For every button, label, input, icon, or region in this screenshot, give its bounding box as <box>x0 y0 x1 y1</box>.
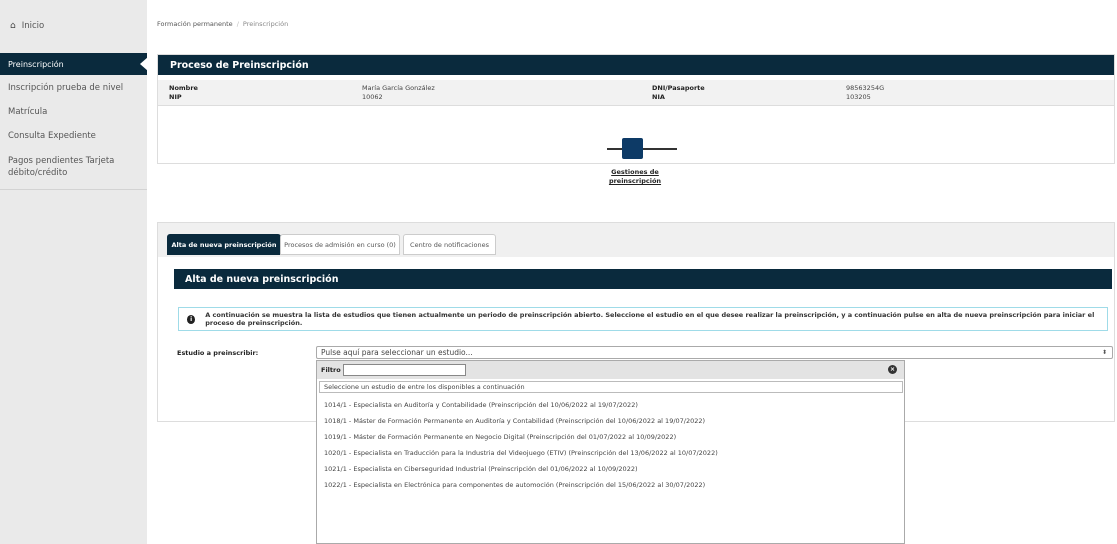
filter-label: Filtro <box>321 366 341 374</box>
sidebar-divider <box>0 189 147 190</box>
sidebar-item-preinscripcion[interactable]: Preinscripción <box>0 53 148 75</box>
nombre-label: Nombre <box>169 84 198 92</box>
nombre-value-cell: María García González 10062 <box>362 84 435 102</box>
nombre-cell: Nombre NIP <box>169 84 198 102</box>
tab-alta-nueva[interactable]: Alta de nueva preinscripción <box>167 234 281 255</box>
breadcrumb-root[interactable]: Formación permanente <box>157 20 233 28</box>
student-info-row: Nombre NIP María García González 10062 D… <box>158 80 1114 106</box>
sidebar-item-label: Inicio <box>21 21 45 31</box>
option-placeholder[interactable]: Seleccione un estudio de entre los dispo… <box>319 381 903 393</box>
home-icon: ⌂ <box>10 21 16 31</box>
estudio-select[interactable]: Pulse aquí para seleccionar un estudio..… <box>316 346 1113 359</box>
sidebar-item-matricula[interactable]: Matrícula <box>8 106 140 118</box>
sidebar-item-inscripcion-prueba[interactable]: Inscripción prueba de nivel <box>8 82 140 94</box>
option-item[interactable]: 1014/1 - Especialista en Auditoría y Con… <box>324 401 638 409</box>
filter-bar: Filtro × <box>317 361 904 379</box>
close-icon[interactable]: × <box>888 365 897 374</box>
estudio-label: Estudio a preinscribir: <box>177 349 259 357</box>
process-title: Proceso de Preinscripción <box>158 55 1114 75</box>
option-item[interactable]: 1018/1 - Máster de Formación Permanente … <box>324 417 705 425</box>
dni-cell: DNI/Pasaporte NIA <box>652 84 705 102</box>
option-item[interactable]: 1019/1 - Máster de Formación Permanente … <box>324 433 676 441</box>
sidebar-item-consulta-expediente[interactable]: Consulta Expediente <box>8 130 140 142</box>
info-icon: i <box>187 314 196 324</box>
sidebar-item-inicio[interactable]: ⌂ Inicio <box>0 10 147 42</box>
estudio-dropdown: Filtro × Seleccione un estudio de entre … <box>316 360 905 544</box>
filter-input[interactable] <box>342 364 466 376</box>
option-item[interactable]: 1020/1 - Especialista en Traducción para… <box>324 449 718 457</box>
tabs-bar: Alta de nueva preinscripción Procesos de… <box>158 223 1114 257</box>
alta-title: Alta de nueva preinscripción <box>174 269 1112 289</box>
select-arrow-icon: ⬍ <box>1101 349 1107 356</box>
tab-procesos-admision[interactable]: Procesos de admisión en curso (0) <box>280 234 400 255</box>
select-placeholder: Pulse aquí para seleccionar un estudio..… <box>321 348 473 357</box>
option-item[interactable]: 1022/1 - Especialista en Electrónica par… <box>324 481 705 489</box>
info-alert: i A continuación se muestra la lista de … <box>178 307 1108 331</box>
sidebar-item-pagos-pendientes[interactable]: Pagos pendientes Tarjeta débito/crédito <box>8 155 140 179</box>
breadcrumb: Formación permanente / Preinscripción <box>157 20 288 28</box>
breadcrumb-current: Preinscripción <box>242 20 289 28</box>
dni-value: 98563254G <box>846 84 885 92</box>
tab-centro-notificaciones[interactable]: Centro de notificaciones <box>403 234 496 255</box>
option-item[interactable]: 1021/1 - Especialista en Ciberseguridad … <box>324 465 638 473</box>
step-label-gestiones[interactable]: Gestiones de preinscripción <box>600 168 670 186</box>
nia-label: NIA <box>652 93 665 101</box>
breadcrumb-separator: / <box>236 20 239 28</box>
nip-label: NIP <box>169 93 182 101</box>
dni-value-cell: 98563254G 103205 <box>846 84 884 102</box>
nia-value: 103205 <box>846 93 871 101</box>
nombre-value: María García González <box>362 84 435 92</box>
step-marker[interactable] <box>622 138 643 159</box>
dni-label: DNI/Pasaporte <box>652 84 705 92</box>
sidebar: ⌂ Inicio Preinscripción Inscripción prue… <box>0 0 148 544</box>
info-text: A continuación se muestra la lista de es… <box>205 311 1095 327</box>
nip-value: 10062 <box>362 93 383 101</box>
